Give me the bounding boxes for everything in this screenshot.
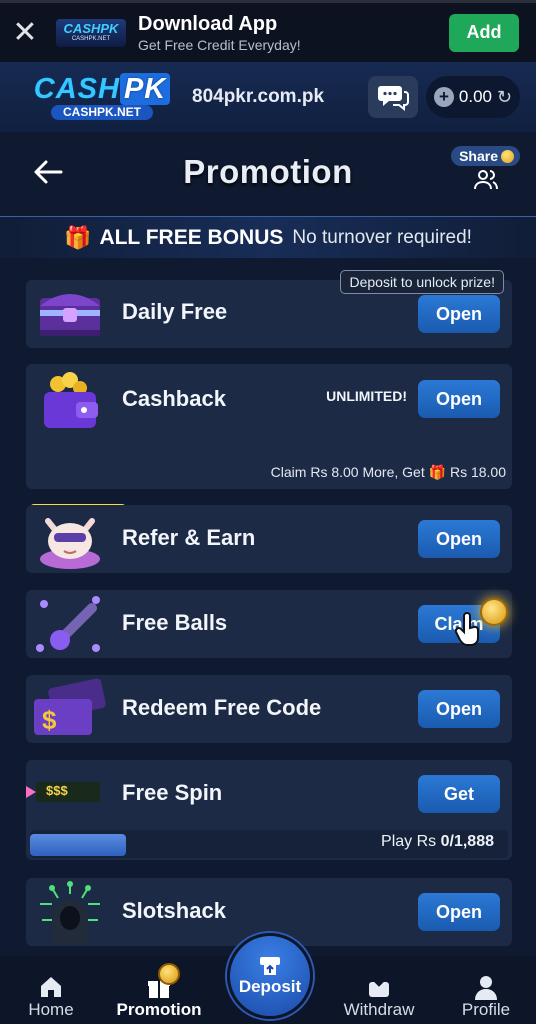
app-logo-text: CASHPK	[63, 21, 119, 36]
redeem-code-label: Redeem Free Code	[122, 695, 322, 720]
share-button[interactable]: Share	[451, 146, 520, 191]
site-domain: 804pkr.com.pk	[192, 86, 325, 107]
wallet-balance: + 0.00 ↻	[426, 76, 520, 118]
balance-value: 0.00	[458, 87, 492, 106]
share-pill: Share	[451, 146, 520, 166]
cashpk-app-logo: CASHPK CASHPK.NET	[56, 18, 126, 47]
nav-deposit-label: Deposit	[238, 977, 302, 996]
nav-home-label: Home	[28, 1000, 74, 1019]
home-icon	[41, 977, 61, 997]
download-app-banner: ✕ CASHPK CASHPK.NET Download App Get Fre…	[0, 0, 536, 62]
unlimited-badge: UNLIMITED!	[326, 388, 407, 404]
redeem-code-card[interactable]: $ Redeem Free Code Open	[26, 675, 512, 743]
daily-free-open-button[interactable]: Open	[418, 295, 500, 333]
brand-right: PK	[119, 73, 171, 105]
slotshack-label: Slotshack	[122, 898, 226, 923]
close-banner-button[interactable]: ✕	[0, 2, 50, 64]
deposit-icon	[260, 957, 280, 975]
cashback-progress-track	[28, 434, 510, 526]
share-label: Share	[459, 148, 498, 164]
app-logo-subtext: CASHPK.NET	[71, 36, 111, 42]
spin-thumb-text: $$$	[46, 783, 68, 798]
treasure-chest-icon	[40, 294, 100, 336]
claim-reward: Rs 18.00	[449, 464, 506, 480]
free-spin-label: Free Spin	[122, 780, 223, 805]
nav-promotion[interactable]: Promotion	[112, 956, 206, 1024]
free-spin-play-text: Play Rs 0/1,888	[381, 833, 494, 851]
refer-earn-open-button[interactable]: Open	[418, 520, 500, 558]
free-balls-card[interactable]: Free Balls Claim	[26, 590, 512, 658]
cashback-card[interactable]: Cashback UNLIMITED! Open Claim Rs 8.00 M…	[26, 364, 512, 526]
refer-earn-card[interactable]: Refer & Earn Open	[26, 505, 512, 573]
gift-icon: 🎁	[64, 224, 92, 250]
free-bonus-note: No turnover required!	[292, 226, 472, 248]
app-header: CASH PK CASHPK.NET 804pkr.com.pk + 0.00 ↻	[0, 62, 536, 132]
users-icon	[473, 170, 498, 190]
cat-mascot-icon	[40, 518, 100, 569]
daily-free-card[interactable]: Daily Free Open Deposit to unlock prize!	[26, 270, 512, 348]
free-spin-card[interactable]: $$$ Free Spin Get Play Rs 0/1,888	[26, 760, 512, 860]
nav-promotion-label: Promotion	[116, 1000, 202, 1019]
cashback-claim-text: Claim Rs 8.00 More, Get 🎁 Rs 18.00	[271, 464, 506, 481]
claim-prefix: Claim Rs 8.00 More, Get	[270, 464, 425, 480]
free-spin-progress-fill	[30, 834, 126, 856]
withdraw-wallet-icon	[369, 976, 389, 997]
download-subtitle: Get Free Credit Everyday!	[138, 36, 301, 53]
free-bonus-title: ALL FREE BONUS	[99, 225, 284, 249]
spin-thumb: $$$	[26, 780, 104, 804]
free-spin-get-button[interactable]: Get	[418, 775, 500, 813]
brand-left: CASH	[33, 73, 120, 105]
refer-earn-label: Refer & Earn	[122, 525, 256, 550]
ticket-icon: $	[34, 678, 106, 735]
title-row: Promotion Share	[0, 132, 536, 212]
gift-small-icon: 🎁	[428, 464, 447, 480]
comet-ball-icon	[36, 596, 100, 652]
add-app-button[interactable]: Add	[449, 13, 519, 52]
nav-profile[interactable]: Profile	[454, 956, 518, 1024]
coin-icon	[501, 149, 514, 163]
nav-withdraw[interactable]: Withdraw	[336, 956, 422, 1024]
promotion-coin-icon	[158, 963, 180, 985]
profile-icon	[475, 976, 497, 1000]
download-title: Download App	[138, 12, 278, 35]
back-arrow-icon[interactable]	[30, 154, 66, 190]
brand-wordmark: CASH PK	[33, 73, 171, 105]
add-funds-icon[interactable]: +	[434, 87, 454, 107]
chat-button[interactable]	[368, 76, 418, 118]
brand-subtext: CASHPK.NET	[50, 105, 153, 120]
nav-home[interactable]: Home	[20, 956, 82, 1024]
wallet-coins-icon	[44, 372, 98, 428]
download-text-block: Download App Get Free Credit Everyday!	[138, 12, 449, 54]
cashback-open-button[interactable]: Open	[418, 380, 500, 418]
hacker-icon	[40, 881, 100, 944]
deposit-unlock-tag: Deposit to unlock prize!	[340, 270, 504, 294]
nav-profile-label: Profile	[461, 1000, 511, 1019]
chat-icon	[378, 86, 409, 111]
svg-text:$: $	[42, 705, 57, 735]
hand-pointer-icon	[454, 612, 479, 646]
cashback-label: Cashback	[122, 386, 226, 411]
slotshack-open-button[interactable]: Open	[418, 893, 500, 931]
free-balls-label: Free Balls	[122, 610, 228, 635]
brand-logo[interactable]: CASH PK CASHPK.NET	[24, 72, 180, 122]
play-prefix: Play Rs	[381, 833, 437, 850]
nav-withdraw-label: Withdraw	[343, 1000, 415, 1019]
gold-coin-icon	[480, 598, 508, 626]
refresh-balance-icon[interactable]: ↻	[497, 87, 512, 108]
nav-deposit-button[interactable]: Deposit	[227, 933, 313, 1019]
daily-free-label: Daily Free	[122, 299, 228, 324]
play-value: 0/1,888	[440, 833, 494, 850]
redeem-code-open-button[interactable]: Open	[418, 690, 500, 728]
free-bonus-banner: 🎁 ALL FREE BONUS No turnover required!	[0, 216, 536, 258]
